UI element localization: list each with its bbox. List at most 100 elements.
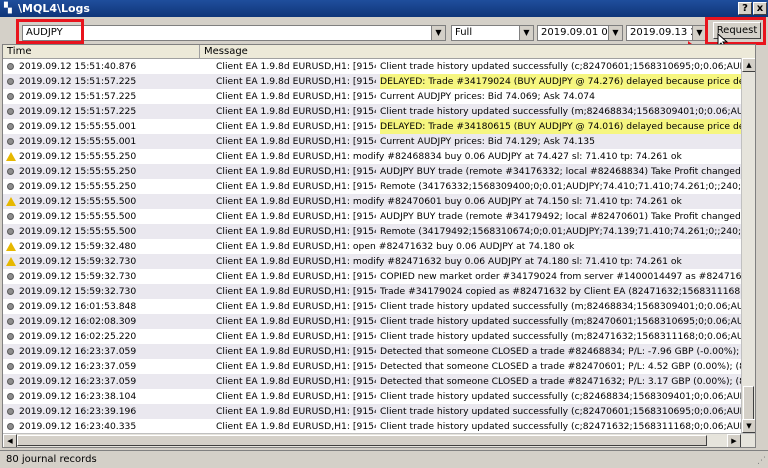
table-row[interactable]: 2019.09.12 15:59:32.480 Client EA 1.9.8d … (3, 239, 755, 254)
row-time: 2019.09.12 16:02:08.309 (19, 316, 137, 327)
info-dot-icon (7, 423, 14, 430)
table-row[interactable]: 2019.09.12 15:55:55.500 Client EA 1.9.8d … (3, 224, 755, 239)
row-source: Client EA 1.9.8d EURUSD,H1: open #824716… (216, 241, 575, 252)
row-source: Client EA 1.9.8d EURUSD,H1: [91545-0-1] (216, 136, 376, 147)
table-row[interactable]: 2019.09.12 16:23:40.335 Client EA 1.9.8d … (3, 419, 755, 434)
row-message: Trade #34179024 copied as #82471632 by C… (380, 286, 755, 297)
horizontal-scrollbar[interactable]: ◀ ▶ (3, 433, 755, 447)
row-source: Client EA 1.9.8d EURUSD,H1: [91545-0-1] (216, 121, 376, 132)
row-source: Client EA 1.9.8d EURUSD,H1: modify #8247… (216, 196, 682, 207)
row-time: 2019.09.12 15:55:55.500 (19, 226, 137, 237)
journal-table: Time Message 2019.09.12 15:51:40.876 Clie… (2, 44, 756, 448)
row-time: 2019.09.12 15:55:55.500 (19, 196, 137, 207)
row-message: Client trade history updated successfull… (380, 391, 755, 402)
column-header-message[interactable]: Message (200, 45, 755, 58)
row-time: 2019.09.12 16:23:37.059 (19, 361, 137, 372)
table-row[interactable]: 2019.09.12 16:23:38.104 Client EA 1.9.8d … (3, 389, 755, 404)
row-time: 2019.09.12 16:01:53.848 (19, 301, 137, 312)
row-source: Client EA 1.9.8d EURUSD,H1: [91545-0-1] (216, 91, 376, 102)
table-row[interactable]: 2019.09.12 15:55:55.500 Client EA 1.9.8d … (3, 209, 755, 224)
row-source: Client EA 1.9.8d EURUSD,H1: [91545-0-1] (216, 331, 376, 342)
row-time: 2019.09.12 16:23:37.059 (19, 376, 137, 387)
table-row[interactable]: 2019.09.12 16:02:25.220 Client EA 1.9.8d … (3, 329, 755, 344)
row-message: Client trade history updated successfull… (380, 421, 755, 432)
table-row[interactable]: 2019.09.12 15:51:57.225 Client EA 1.9.8d … (3, 104, 755, 119)
warning-icon (6, 242, 16, 251)
table-row[interactable]: 2019.09.12 16:23:39.196 Client EA 1.9.8d … (3, 404, 755, 419)
table-row[interactable]: 2019.09.12 15:55:55.001 Client EA 1.9.8d … (3, 119, 755, 134)
info-dot-icon (7, 108, 14, 115)
info-dot-icon (7, 63, 14, 70)
table-row[interactable]: 2019.09.12 16:23:37.059 Client EA 1.9.8d … (3, 374, 755, 389)
table-row[interactable]: 2019.09.12 16:23:37.059 Client EA 1.9.8d … (3, 344, 755, 359)
row-time: 2019.09.12 16:23:38.104 (19, 391, 137, 402)
record-count: 80 journal records (6, 454, 97, 465)
vertical-scrollbar[interactable]: ▲ ▼ (741, 58, 755, 433)
table-row[interactable]: 2019.09.12 15:55:55.250 Client EA 1.9.8d … (3, 164, 755, 179)
info-dot-icon (7, 393, 14, 400)
resize-grip-icon[interactable]: ⋰ (757, 456, 766, 466)
row-message: Current AUDJPY prices: Bid 74.129; Ask 7… (380, 136, 595, 147)
table-row[interactable]: 2019.09.12 15:55:55.250 Client EA 1.9.8d … (3, 179, 755, 194)
row-time: 2019.09.12 15:55:55.250 (19, 166, 137, 177)
row-message: DELAYED: Trade #34180615 (BUY AUDJPY @ 7… (380, 119, 755, 134)
table-row[interactable]: 2019.09.12 15:59:32.730 Client EA 1.9.8d … (3, 284, 755, 299)
scroll-down-button[interactable]: ▼ (742, 419, 755, 433)
scroll-left-button[interactable]: ◀ (3, 434, 17, 447)
table-row[interactable]: 2019.09.12 15:51:57.225 Client EA 1.9.8d … (3, 89, 755, 104)
row-time: 2019.09.12 15:51:57.225 (19, 76, 137, 87)
row-message: DELAYED: Trade #34179024 (BUY AUDJPY @ 7… (380, 74, 755, 89)
row-time: 2019.09.12 15:55:55.001 (19, 136, 137, 147)
table-row[interactable]: 2019.09.12 15:55:55.250 Client EA 1.9.8d … (3, 149, 755, 164)
info-dot-icon (7, 378, 14, 385)
info-dot-icon (7, 78, 14, 85)
info-dot-icon (7, 228, 14, 235)
table-row[interactable]: 2019.09.12 15:55:55.001 Client EA 1.9.8d … (3, 134, 755, 149)
info-dot-icon (7, 168, 14, 175)
table-row[interactable]: 2019.09.12 15:59:32.730 Client EA 1.9.8d … (3, 254, 755, 269)
row-time: 2019.09.12 16:23:40.335 (19, 421, 137, 432)
row-time: 2019.09.12 16:23:39.196 (19, 406, 137, 417)
row-time: 2019.09.12 15:59:32.730 (19, 271, 137, 282)
row-time: 2019.09.12 15:55:55.500 (19, 211, 137, 222)
row-source: Client EA 1.9.8d EURUSD,H1: [91545-0-1] (216, 226, 376, 237)
info-dot-icon (7, 93, 14, 100)
table-row[interactable]: 2019.09.12 16:02:08.309 Client EA 1.9.8d … (3, 314, 755, 329)
row-message: Client trade history updated successfull… (380, 331, 755, 342)
row-time: 2019.09.12 15:51:57.225 (19, 106, 137, 117)
row-message: Detected that someone CLOSED a trade #82… (380, 346, 755, 357)
warning-icon (6, 197, 16, 206)
table-row[interactable]: 2019.09.12 15:51:40.876 Client EA 1.9.8d … (3, 59, 755, 74)
warning-icon (6, 257, 16, 266)
row-source: Client EA 1.9.8d EURUSD,H1: [91545-0-1] (216, 346, 376, 357)
table-row[interactable]: 2019.09.12 16:23:37.059 Client EA 1.9.8d … (3, 359, 755, 374)
horizontal-scroll-thumb[interactable] (17, 435, 707, 446)
row-message: Remote (34176332;1568309400;0;0.01;AUDJP… (380, 181, 755, 192)
info-dot-icon (7, 333, 14, 340)
scroll-right-button[interactable]: ▶ (727, 434, 741, 447)
table-row[interactable]: 2019.09.12 15:55:55.500 Client EA 1.9.8d … (3, 194, 755, 209)
row-source: Client EA 1.9.8d EURUSD,H1: modify #8246… (216, 151, 682, 162)
table-header: Time Message (3, 45, 755, 59)
info-dot-icon (7, 138, 14, 145)
status-bar: 80 journal records ⋰ (0, 450, 768, 468)
row-time: 2019.09.12 15:51:40.876 (19, 61, 137, 72)
row-time: 2019.09.12 16:23:37.059 (19, 346, 137, 357)
column-header-time[interactable]: Time (3, 45, 200, 58)
row-source: Client EA 1.9.8d EURUSD,H1: [91545-0-1] (216, 316, 376, 327)
table-row[interactable]: 2019.09.12 15:59:32.730 Client EA 1.9.8d … (3, 269, 755, 284)
warning-icon (6, 152, 16, 161)
row-time: 2019.09.12 15:51:57.225 (19, 91, 137, 102)
row-source: Client EA 1.9.8d EURUSD,H1: [91545-0-1] (216, 421, 376, 432)
info-dot-icon (7, 408, 14, 415)
info-dot-icon (7, 123, 14, 130)
row-time: 2019.09.12 15:55:55.250 (19, 181, 137, 192)
info-dot-icon (7, 363, 14, 370)
table-row[interactable]: 2019.09.12 15:51:57.225 Client EA 1.9.8d … (3, 74, 755, 89)
row-source: Client EA 1.9.8d EURUSD,H1: [91545-0-1] (216, 181, 376, 192)
row-message: Client trade history updated successfull… (380, 61, 755, 72)
table-row[interactable]: 2019.09.12 16:01:53.848 Client EA 1.9.8d … (3, 299, 755, 314)
row-source: Client EA 1.9.8d EURUSD,H1: [91545-0-1] (216, 271, 376, 282)
row-time: 2019.09.12 16:02:25.220 (19, 331, 137, 342)
scroll-up-button[interactable]: ▲ (742, 58, 755, 72)
